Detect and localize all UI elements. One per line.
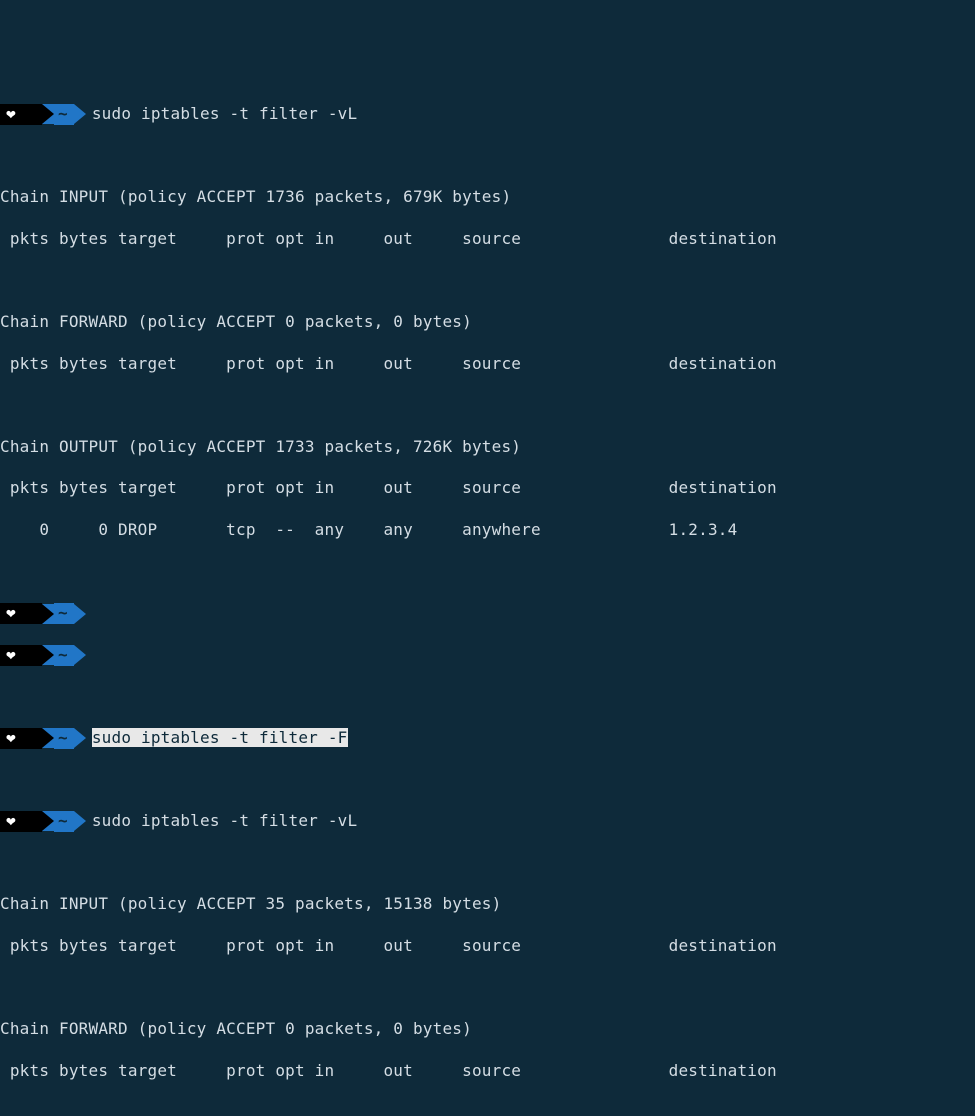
output-line: Chain FORWARD (policy ACCEPT 0 packets, … (0, 312, 975, 333)
heart-icon: ❤ (0, 811, 42, 832)
arrow-icon (74, 104, 86, 124)
blank-line (0, 1102, 975, 1116)
output-line: pkts bytes target prot opt in out source… (0, 1061, 975, 1082)
cwd-segment: ~ (54, 603, 74, 624)
arrow-icon (74, 604, 86, 624)
arrow-icon (42, 645, 54, 665)
blank-line (0, 977, 975, 998)
prompt-line[interactable]: ❤ ~ sudo iptables -t filter -vL (0, 104, 975, 125)
arrow-icon (74, 811, 86, 831)
command-text: sudo iptables -t filter -vL (86, 104, 358, 125)
output-line: 0 0 DROP tcp -- any any anywhere 1.2.3.4 (0, 520, 975, 541)
heart-icon: ❤ (0, 104, 42, 125)
output-line: Chain INPUT (policy ACCEPT 35 packets, 1… (0, 894, 975, 915)
highlighted-command: sudo iptables -t filter -F (92, 728, 348, 747)
heart-icon: ❤ (0, 728, 42, 749)
command-text: sudo iptables -t filter -F (86, 728, 348, 749)
blank-line (0, 270, 975, 291)
cwd-segment: ~ (54, 811, 74, 832)
output-line: pkts bytes target prot opt in out source… (0, 478, 975, 499)
command-text: sudo iptables -t filter -vL (86, 811, 358, 832)
blank-line (0, 395, 975, 416)
arrow-icon (42, 811, 54, 831)
cwd-segment: ~ (54, 104, 74, 125)
output-line: pkts bytes target prot opt in out source… (0, 354, 975, 375)
prompt-line[interactable]: ❤~ (0, 603, 975, 624)
output-line: Chain FORWARD (policy ACCEPT 0 packets, … (0, 1019, 975, 1040)
prompt-line[interactable]: ❤~ (0, 645, 975, 666)
prompt-line[interactable]: ❤ ~ sudo iptables -t filter -F (0, 728, 975, 749)
output-line: Chain OUTPUT (policy ACCEPT 1733 packets… (0, 437, 975, 458)
heart-icon: ❤ (0, 645, 42, 666)
output-line: pkts bytes target prot opt in out source… (0, 229, 975, 250)
output-line: pkts bytes target prot opt in out source… (0, 936, 975, 957)
arrow-icon (42, 728, 54, 748)
arrow-icon (42, 104, 54, 124)
arrow-icon (74, 728, 86, 748)
cwd-segment: ~ (54, 645, 74, 666)
prompt-line[interactable]: ❤ ~ sudo iptables -t filter -vL (0, 811, 975, 832)
heart-icon: ❤ (0, 603, 42, 624)
arrow-icon (42, 604, 54, 624)
output-line: Chain INPUT (policy ACCEPT 1736 packets,… (0, 187, 975, 208)
cwd-segment: ~ (54, 728, 74, 749)
arrow-icon (74, 645, 86, 665)
